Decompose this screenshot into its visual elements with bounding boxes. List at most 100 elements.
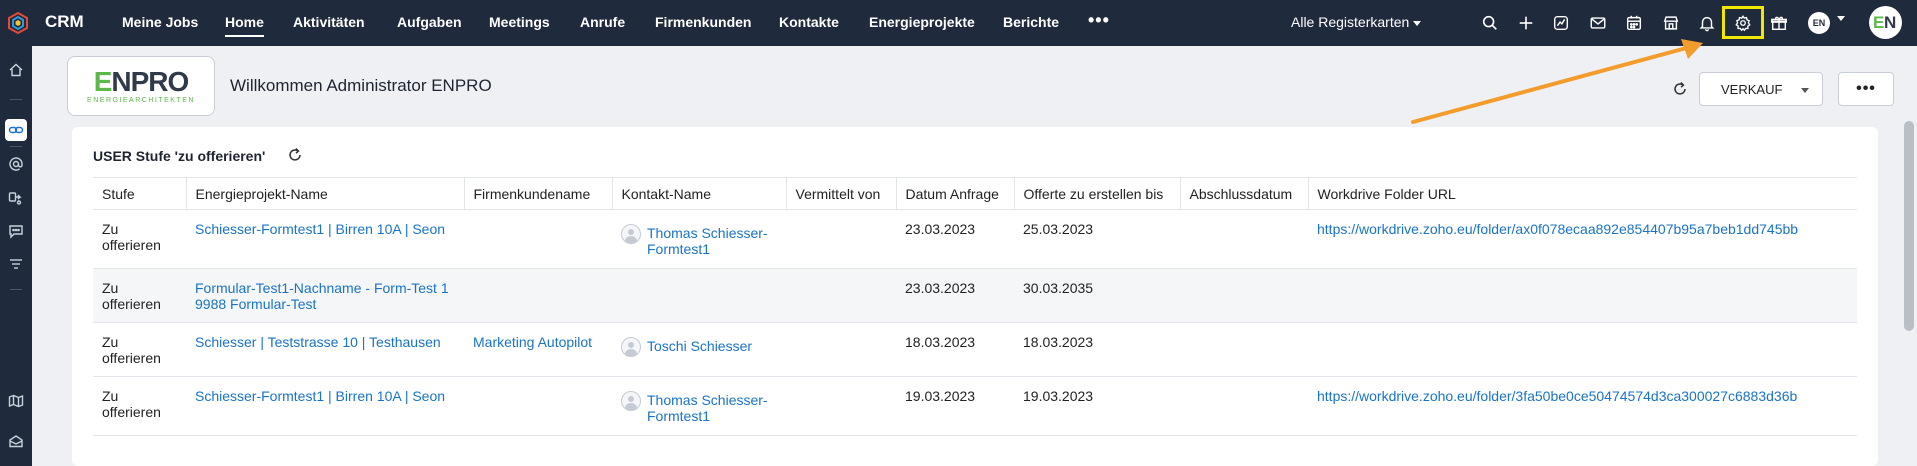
project-link[interactable]: Schiesser | Teststrasse 10 | Testhausen [195, 334, 441, 350]
account-link[interactable]: Marketing Autopilot [473, 334, 592, 350]
activity-chart-icon[interactable] [1549, 11, 1573, 35]
cell-vermittelt [786, 322, 896, 377]
nav-berichte[interactable]: Berichte [1003, 14, 1059, 30]
cell-offerte: 25.03.2023 [1014, 209, 1180, 269]
table-row[interactable]: Zu offerieren Schiesser-Formtest1 | Birr… [93, 209, 1857, 269]
all-tabs-dropdown[interactable]: Alle Registerkarten [1291, 14, 1422, 30]
cell-firma [464, 376, 612, 436]
records-table: Stufe Energieprojekt-Name Firmenkundenam… [93, 177, 1857, 436]
column-header[interactable]: Workdrive Folder URL [1307, 177, 1857, 210]
cell-datum: 19.03.2023 [896, 376, 1014, 436]
cell-url [1308, 322, 1857, 377]
crm-logo-icon[interactable] [6, 11, 30, 35]
cell-offerte: 18.03.2023 [1014, 322, 1180, 377]
cell-offerte: 30.03.2035 [1014, 268, 1180, 323]
workdrive-link[interactable]: https://workdrive.zoho.eu/folder/ax0f078… [1317, 221, 1798, 237]
cell-url: https://workdrive.zoho.eu/folder/3fa50be… [1308, 376, 1857, 436]
sidebar-separator [10, 146, 22, 147]
gift-icon[interactable] [1767, 11, 1791, 35]
chevron-down-icon [1413, 20, 1422, 26]
filter-icon[interactable] [5, 253, 27, 275]
mail-icon[interactable] [1586, 11, 1610, 35]
more-options-button[interactable]: ••• [1838, 72, 1894, 106]
svg-text:N: N [1884, 13, 1896, 32]
refresh-icon[interactable] [1669, 78, 1691, 100]
link-icon[interactable] [5, 119, 27, 141]
chat-icon[interactable] [5, 220, 27, 242]
nav-more-button[interactable]: ••• [1088, 10, 1110, 31]
table-row[interactable]: Zu offerieren Schiesser-Formtest1 | Birr… [93, 376, 1857, 436]
settings-highlight-box [1722, 6, 1764, 39]
sidebar-separator [10, 289, 22, 290]
view-select-dropdown[interactable]: VERKAUF [1699, 72, 1823, 106]
project-link[interactable]: Schiesser-Formtest1 | Birren 10A | Seon [195, 388, 445, 404]
company-logo: ENPRO ENERGIEARCHITEKTEN [67, 56, 215, 116]
logo-tagline: ENERGIEARCHITEKTEN [87, 97, 195, 104]
nav-home[interactable]: Home [225, 14, 264, 37]
view-select-label: VERKAUF [1721, 81, 1783, 97]
map-icon[interactable] [5, 390, 27, 412]
left-sidebar [0, 46, 32, 466]
column-header[interactable]: Vermittelt von [785, 177, 896, 210]
search-icon[interactable] [1478, 11, 1502, 35]
table-header-row: Stufe Energieprojekt-Name Firmenkundenam… [93, 177, 1857, 210]
table-row[interactable]: Zu offerieren Formular-Test1-Nachname - … [93, 268, 1857, 323]
top-navigation-bar: CRM Meine Jobs Home Aktivitäten Aufgaben… [0, 0, 1917, 46]
cell-firma [464, 209, 612, 269]
plus-icon[interactable] [1514, 11, 1538, 35]
nav-meine-jobs[interactable]: Meine Jobs [122, 14, 198, 30]
cell-abschluss [1180, 209, 1308, 269]
column-header[interactable]: Datum Anfrage [895, 177, 1014, 210]
home-icon[interactable] [5, 59, 27, 81]
contact-avatar [621, 391, 641, 411]
cell-datum: 23.03.2023 [896, 209, 1014, 269]
cell-stufe: Zu offerieren [93, 209, 186, 269]
card-refresh-icon[interactable] [286, 146, 304, 164]
share-icon[interactable] [5, 187, 27, 209]
nav-energieprojekte[interactable]: Energieprojekte [869, 14, 975, 30]
card-title: USER Stufe 'zu offerieren' [93, 148, 266, 164]
contact-link[interactable]: Thomas Schiesser-Formtest1 [647, 225, 777, 257]
nav-firmenkunden[interactable]: Firmenkunden [655, 14, 751, 30]
store-icon[interactable] [1659, 11, 1683, 35]
nav-meetings[interactable]: Meetings [489, 14, 550, 30]
nav-aktivitaeten[interactable]: Aktivitäten [293, 14, 365, 30]
contact-link[interactable]: Thomas Schiesser-Formtest1 [647, 392, 777, 424]
column-header[interactable]: Energieprojekt-Name [185, 177, 464, 210]
contact-link[interactable]: Toschi Schiesser [647, 338, 752, 354]
project-link[interactable]: Formular-Test1-Nachname - Form-Test 1 99… [195, 280, 449, 312]
app-title[interactable]: CRM [45, 12, 84, 32]
cell-offerte: 19.03.2023 [1014, 376, 1180, 436]
column-header[interactable]: Stufe [93, 177, 186, 210]
scrollbar-thumb[interactable] [1904, 121, 1914, 331]
cell-abschluss [1180, 268, 1308, 323]
cell-abschluss [1180, 322, 1308, 377]
chevron-down-icon[interactable] [1837, 16, 1845, 21]
nav-anrufe[interactable]: Anrufe [580, 14, 625, 30]
calendar-icon[interactable] [1622, 11, 1646, 35]
nav-aufgaben[interactable]: Aufgaben [397, 14, 462, 30]
at-sign-icon[interactable] [5, 153, 27, 175]
cell-datum: 23.03.2023 [896, 268, 1014, 323]
chevron-down-icon [1801, 88, 1809, 93]
column-header[interactable]: Kontakt-Name [611, 177, 786, 210]
user-avatar[interactable]: E N [1869, 6, 1902, 39]
inbox-icon[interactable] [5, 430, 27, 452]
column-header[interactable]: Offerte zu erstellen bis [1013, 177, 1180, 210]
cell-kontakt: Thomas Schiesser-Formtest1 [612, 209, 786, 269]
nav-kontakte[interactable]: Kontakte [779, 14, 839, 30]
table-row[interactable]: Zu offerieren Schiesser | Teststrasse 10… [93, 322, 1857, 377]
bell-icon[interactable] [1695, 11, 1719, 35]
workdrive-link[interactable]: https://workdrive.zoho.eu/folder/3fa50be… [1317, 388, 1797, 404]
cell-vermittelt [786, 376, 896, 436]
column-header[interactable]: Firmenkundename [463, 177, 612, 210]
cell-projekt: Schiesser-Formtest1 | Birren 10A | Seon [186, 209, 464, 269]
cell-stufe: Zu offerieren [93, 322, 186, 377]
cell-kontakt [612, 268, 786, 323]
all-tabs-label: Alle Registerkarten [1291, 14, 1410, 30]
column-header[interactable]: Abschlussdatum [1179, 177, 1308, 210]
project-link[interactable]: Schiesser-Formtest1 | Birren 10A | Seon [195, 221, 445, 237]
language-selector[interactable]: EN [1808, 12, 1830, 34]
cell-kontakt: Toschi Schiesser [612, 322, 786, 377]
logo-wordmark: ENPRO [94, 68, 190, 96]
